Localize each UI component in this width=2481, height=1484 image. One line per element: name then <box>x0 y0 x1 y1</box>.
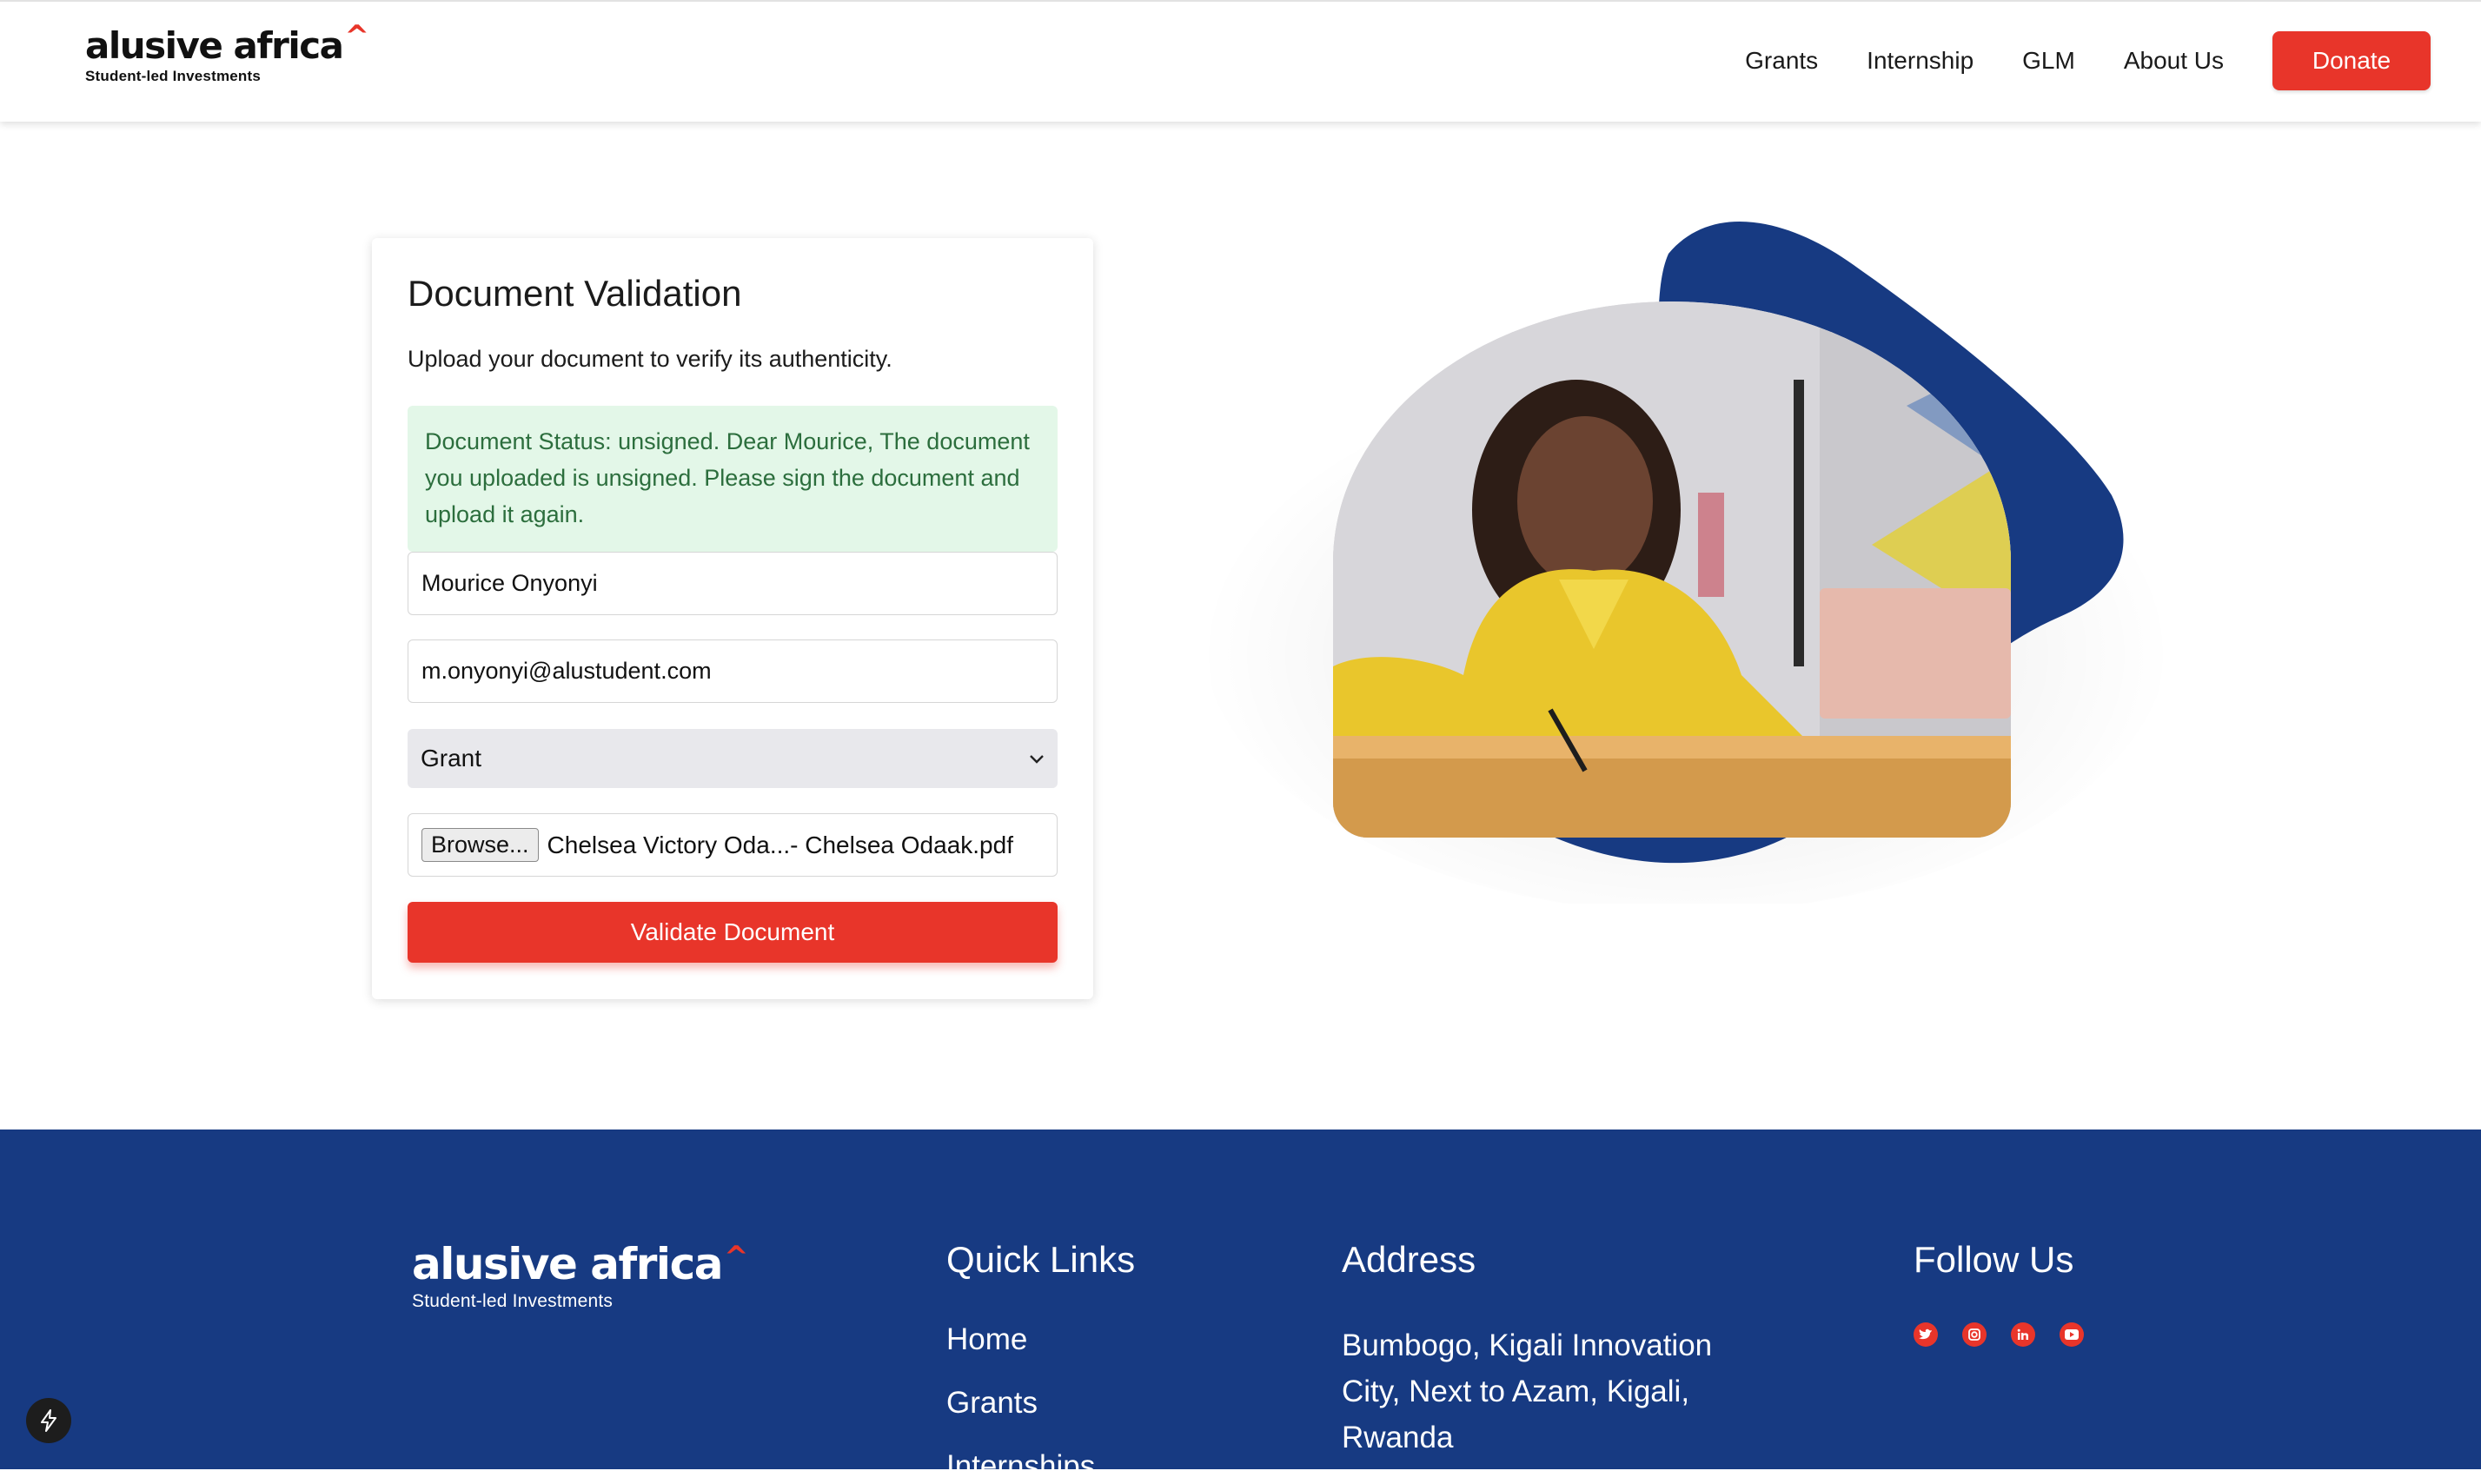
footer-link-home[interactable]: Home <box>946 1322 1027 1357</box>
student-writing-image <box>1333 301 2011 838</box>
social-links <box>1914 1322 2108 1347</box>
chevron-down-icon <box>1029 747 1045 770</box>
hero-illustration <box>1182 209 2173 904</box>
nav-link-glm[interactable]: GLM <box>2022 31 2075 90</box>
file-upload-field[interactable]: Browse... Chelsea Victory Oda...- Chelse… <box>408 813 1058 877</box>
address-text: Bumbogo, Kigali Innovation City, Next to… <box>1342 1328 1713 1454</box>
validate-document-button[interactable]: Validate Document <box>408 902 1058 963</box>
page-title: Document Validation <box>408 273 742 314</box>
follow-us-title: Follow Us <box>1914 1239 2074 1280</box>
site-header: alusive africa^ Student-led Investments … <box>0 0 2481 122</box>
page-subtitle: Upload your document to verify its authe… <box>408 346 892 372</box>
brand-name: alusive africa <box>85 24 344 67</box>
email-field[interactable] <box>408 639 1058 703</box>
donate-button[interactable]: Donate <box>2272 31 2431 90</box>
brand-logo[interactable]: alusive africa^ Student-led Investments <box>85 22 369 85</box>
document-validation-card: Document Validation Upload your document… <box>372 238 1093 999</box>
site-footer: alusive africa^ Student-led Investments … <box>0 1130 2481 1483</box>
category-select[interactable]: Grant <box>408 729 1058 788</box>
address-title: Address <box>1342 1239 1476 1280</box>
footer-logo[interactable]: alusive africa^ Student-led Investments <box>412 1239 749 1312</box>
quick-links-title: Quick Links <box>946 1239 1136 1280</box>
name-field[interactable] <box>408 552 1058 615</box>
youtube-icon[interactable] <box>2060 1322 2084 1347</box>
status-alert: Document Status: unsigned. Dear Mourice,… <box>408 406 1058 552</box>
nav-link-about-us[interactable]: About Us <box>2124 31 2224 90</box>
twitter-icon[interactable] <box>1914 1322 1938 1347</box>
instagram-icon[interactable] <box>1962 1322 1987 1347</box>
student-photo <box>1333 301 2011 838</box>
brand-caret: ^ <box>344 19 369 54</box>
footer-link-internships[interactable]: Internships <box>946 1449 1095 1484</box>
lightning-icon[interactable] <box>26 1398 71 1443</box>
brand-tagline: Student-led Investments <box>85 68 262 84</box>
category-selected-value: Grant <box>421 745 482 772</box>
footer-brand-name: alusive africa <box>412 1239 723 1289</box>
footer-link-grants[interactable]: Grants <box>946 1386 1038 1421</box>
nav-link-internship[interactable]: Internship <box>1867 31 1974 90</box>
selected-file-name: Chelsea Victory Oda...- Chelsea Odaak.pd… <box>547 831 1013 858</box>
browse-button[interactable]: Browse... <box>421 828 539 862</box>
footer-brand-caret: ^ <box>723 1240 749 1275</box>
nav-link-grants[interactable]: Grants <box>1745 31 1818 90</box>
main-nav: Grants Internship GLM About Us Donate <box>1745 31 2431 90</box>
footer-brand-tagline: Student-led Investments <box>412 1291 614 1311</box>
linkedin-icon[interactable] <box>2011 1322 2035 1347</box>
